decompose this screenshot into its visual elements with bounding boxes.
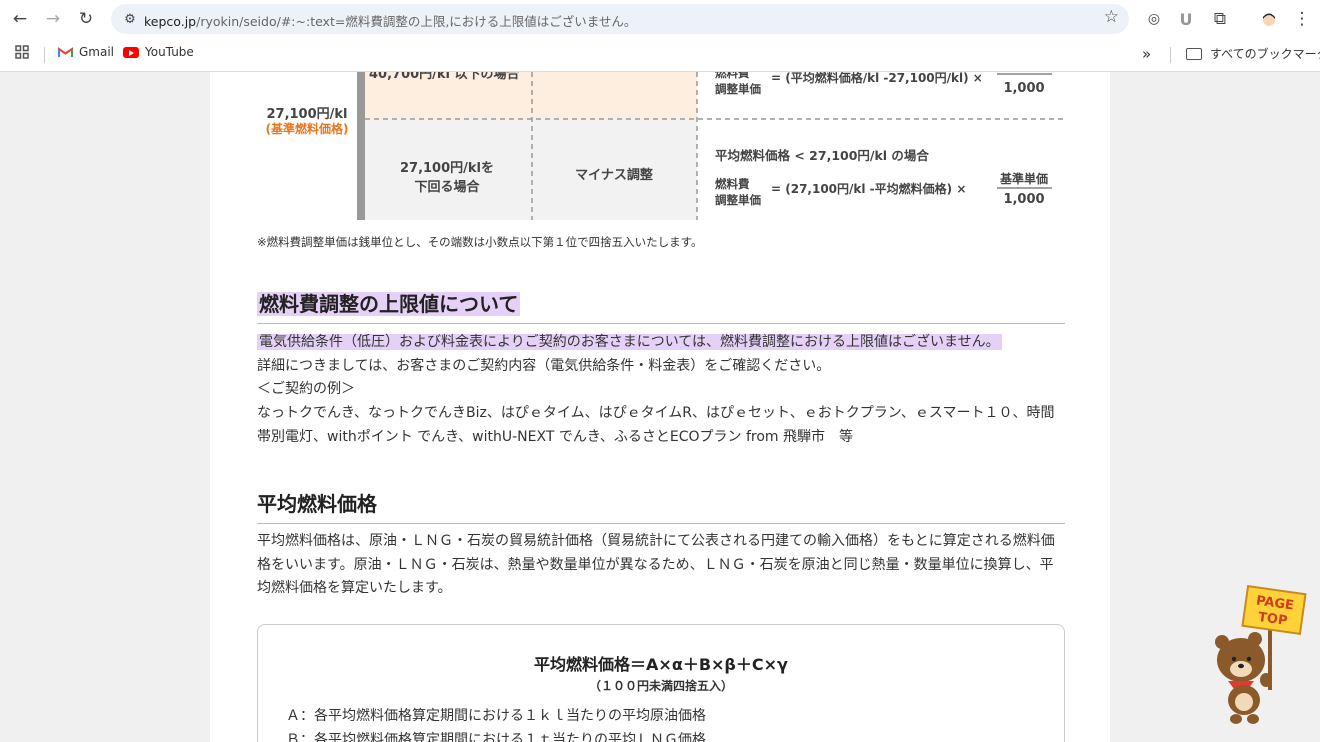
bear-mascot-icon bbox=[1215, 615, 1272, 724]
extension-u-icon[interactable]: U bbox=[1173, 6, 1199, 32]
bottom-formula-label2: 調整単価 bbox=[715, 193, 761, 207]
browser-toolbar: ← → ↻ ⚙ kepco.jp/ryokin/seido/#:~:text=燃… bbox=[0, 0, 1320, 38]
top-formula: = (平均燃料価格/kl -27,100円/kl) × bbox=[771, 72, 983, 85]
extensions-icon[interactable]: ⧉ bbox=[1207, 6, 1233, 32]
youtube-icon bbox=[123, 46, 139, 58]
bookmark-star-icon[interactable]: ☆ bbox=[1104, 7, 1119, 27]
average-fuel-formula: 平均燃料価格＝A×α＋B×β＋C×γ bbox=[534, 655, 788, 674]
profile-avatar-icon[interactable] bbox=[1256, 6, 1282, 32]
bottom-condition-line1: 27,100円/klを bbox=[400, 161, 494, 176]
bottom-condition-line2: 下回る場合 bbox=[414, 179, 480, 195]
fuel-adjustment-diagram: 40,700円/kl 以下の場合 27,100円/kl (基準燃料価格) 27,… bbox=[266, 72, 1064, 220]
upper-limit-highlight: 電気供給条件（低圧）および料金表によりご契約のお客さまについては、燃料費調整にお… bbox=[257, 334, 1002, 350]
bottom-condition: 平均燃料価格 < 27,100円/kl の場合 bbox=[715, 148, 929, 163]
password-manager-icon[interactable]: ◎ bbox=[1141, 6, 1167, 32]
contract-examples-label: ＜ご契約の例＞ bbox=[257, 381, 355, 397]
bottom-formula-num: 基準単価 bbox=[999, 171, 1048, 186]
bookmark-youtube[interactable]: YouTube bbox=[123, 45, 194, 59]
definition-b: Ｂ：各平均燃料価格算定期間における１ｔ当たりの平均ＬＮＧ価格 bbox=[286, 732, 706, 742]
base-price: 27,100円/kl bbox=[266, 107, 347, 122]
forward-icon[interactable]: → bbox=[40, 6, 66, 32]
site-info-icon[interactable]: ⚙ bbox=[117, 6, 143, 32]
average-fuel-price-heading: 平均燃料価格 bbox=[257, 488, 1065, 524]
folder-icon bbox=[1186, 47, 1202, 60]
top-formula-label2: 調整単価 bbox=[715, 82, 761, 96]
minus-adjustment: マイナス調整 bbox=[575, 167, 654, 183]
page-content: 40,700円/kl 以下の場合 27,100円/kl (基準燃料価格) 27,… bbox=[210, 72, 1110, 742]
contract-examples: なっトクでんき、なっトクでんきBiz、はぴｅタイム、はぴｅタイムR、はぴｅセット… bbox=[257, 405, 1055, 445]
bookmarks-bar: Gmail YouTube » すべてのブックマーク bbox=[0, 38, 1320, 72]
average-fuel-price-body: 平均燃料価格は、原油・ＬＮＧ・石炭の貿易統計価格（貿易統計にて公表される円建ての… bbox=[257, 533, 1055, 596]
reload-icon[interactable]: ↻ bbox=[73, 6, 99, 32]
definition-a: Ａ：各平均燃料価格算定期間における１ｋｌ当たりの平均原油価格 bbox=[286, 708, 706, 724]
top-formula-den: 1,000 bbox=[1003, 81, 1044, 96]
bottom-formula-den: 1,000 bbox=[1003, 192, 1044, 207]
upper-limit-detail: 詳細につきましては、お客さまのご契約内容（電気供給条件・料金表）をご確認ください… bbox=[257, 358, 831, 374]
upper-limit-heading: 燃料費調整の上限値について bbox=[257, 288, 1065, 324]
back-icon[interactable]: ← bbox=[7, 6, 33, 32]
rounding-formula-note: （１００円未満四捨五入） bbox=[588, 679, 733, 693]
top-row-condition: 40,700円/kl 以下の場合 bbox=[369, 72, 521, 82]
url-text[interactable]: kepco.jp/ryokin/seido/#:~:text=燃料費調整の上限,… bbox=[144, 11, 636, 30]
bookmark-gmail[interactable]: Gmail bbox=[58, 45, 114, 59]
top-formula-label1: 燃料費 bbox=[714, 72, 750, 80]
bottom-formula-label1: 燃料費 bbox=[714, 177, 750, 191]
more-bookmarks-icon[interactable]: » bbox=[1142, 45, 1151, 63]
page-top-button[interactable]: PAGE TOP bbox=[1208, 585, 1318, 730]
base-price-label: (基準燃料価格) bbox=[266, 121, 349, 136]
formula-box: 平均燃料価格＝A×α＋B×β＋C×γ （１００円未満四捨五入） Ａ：各平均燃料価… bbox=[257, 624, 1065, 742]
apps-icon[interactable] bbox=[15, 45, 29, 59]
bottom-formula: = (27,100円/kl -平均燃料価格) × bbox=[771, 181, 966, 196]
all-bookmarks[interactable]: すべてのブックマーク bbox=[1186, 45, 1320, 62]
gmail-icon bbox=[58, 46, 73, 57]
address-bar[interactable]: ⚙ kepco.jp/ryokin/seido/#:~:text=燃料費調整の上… bbox=[111, 4, 1129, 34]
rounding-note: ※燃料費調整単価は銭単位とし、その端数は小数点以下第１位で四捨五入いたします。 bbox=[257, 235, 703, 249]
menu-icon[interactable]: ⋮ bbox=[1289, 6, 1315, 32]
